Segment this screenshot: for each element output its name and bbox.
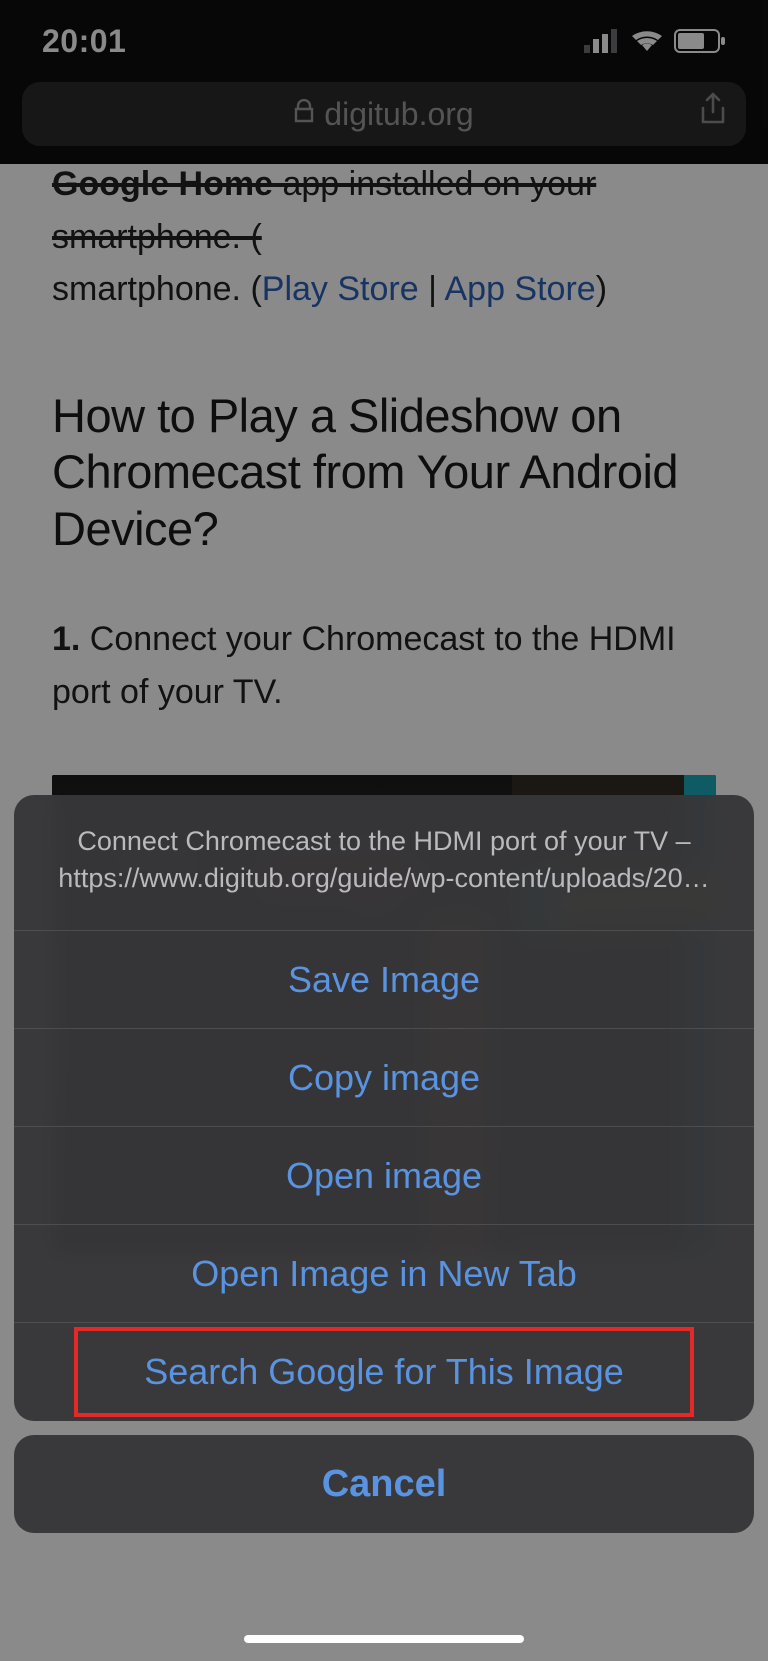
cancel-button[interactable]: Cancel bbox=[14, 1435, 754, 1533]
copy-image-item[interactable]: Copy image bbox=[14, 1029, 754, 1127]
screen: Google Home app installed on your smartp… bbox=[0, 0, 768, 1661]
home-indicator[interactable] bbox=[244, 1635, 524, 1643]
action-sheet-title: Connect Chromecast to the HDMI port of y… bbox=[14, 795, 754, 931]
open-image-item[interactable]: Open image bbox=[14, 1127, 754, 1225]
save-image-item[interactable]: Save Image bbox=[14, 931, 754, 1029]
action-sheet-panel: Connect Chromecast to the HDMI port of y… bbox=[14, 795, 754, 1421]
action-sheet: Connect Chromecast to the HDMI port of y… bbox=[14, 795, 754, 1533]
open-image-new-tab-item[interactable]: Open Image in New Tab bbox=[14, 1225, 754, 1323]
search-google-image-item[interactable]: Search Google for This Image bbox=[14, 1323, 754, 1421]
